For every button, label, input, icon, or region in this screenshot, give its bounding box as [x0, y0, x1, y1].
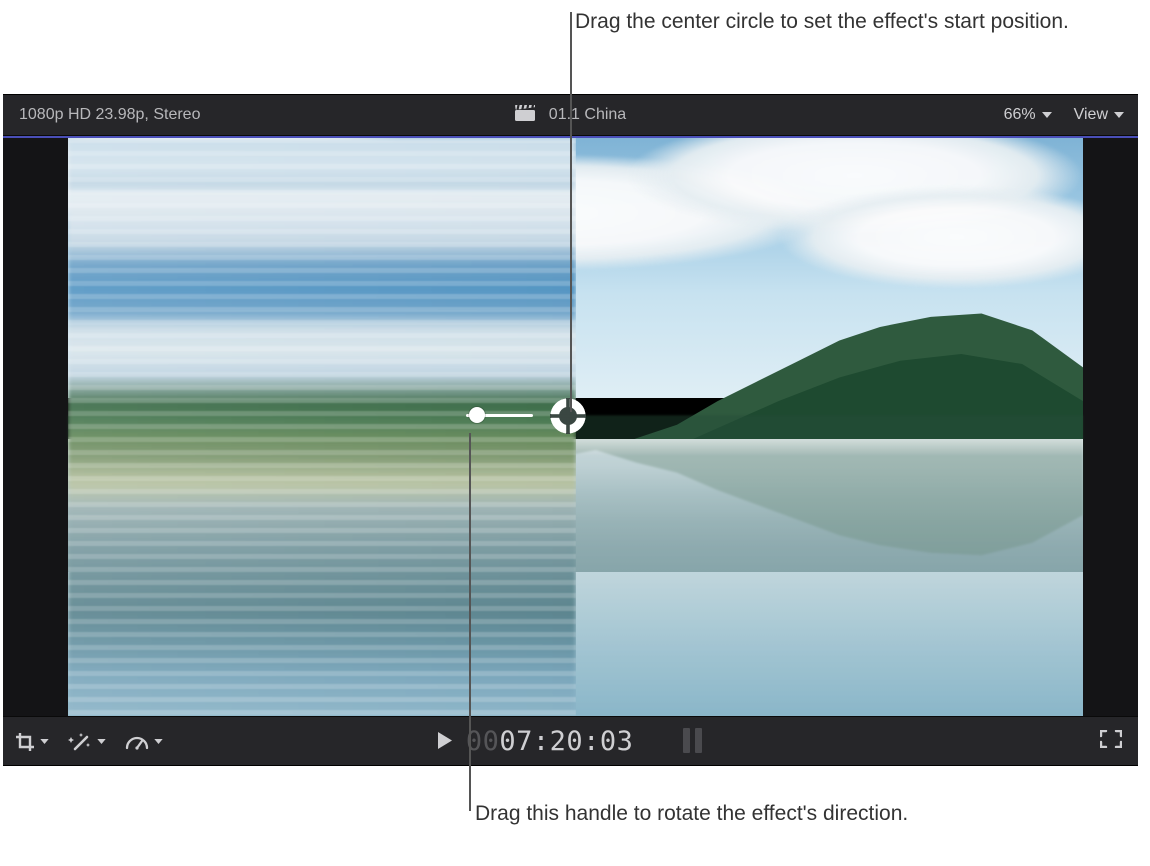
chevron-down-icon [154, 739, 164, 745]
chevron-down-icon [40, 739, 50, 745]
timecode-value: 07:20:03 [499, 726, 633, 757]
timecode-display: 0007:20:03 [3, 725, 1138, 760]
video-content [68, 138, 1083, 716]
annotation-top: Drag the center circle to set the effect… [575, 8, 1095, 36]
annotation-bottom: Drag this handle to rotate the effect's … [475, 800, 995, 828]
play-button[interactable] [437, 725, 452, 756]
crop-tool-dropdown[interactable] [15, 732, 50, 752]
view-label: View [1074, 106, 1108, 124]
chevron-down-icon [97, 739, 107, 745]
video-frame [68, 138, 1083, 716]
fullscreen-button[interactable] [1100, 730, 1122, 754]
zoom-level-label: 66% [1004, 106, 1036, 124]
onscreen-effect-control [551, 415, 552, 416]
enhance-wand-icon [68, 732, 92, 752]
clip-name: 01.1 China [549, 106, 626, 123]
crop-icon [15, 732, 35, 752]
retime-speed-icon [125, 733, 149, 751]
chevron-down-icon [1042, 112, 1052, 118]
callout-line-top [570, 12, 572, 412]
enhance-tool-dropdown[interactable] [68, 732, 107, 752]
zoom-dropdown[interactable]: 66% [1004, 106, 1052, 124]
viewer-bottom-bar: 0007:20:03 [3, 716, 1138, 766]
callout-line-bottom [469, 433, 471, 811]
format-info: 1080p HD 23.98p, Stereo [19, 106, 200, 124]
view-dropdown[interactable]: View [1074, 106, 1124, 124]
chevron-down-icon [1114, 112, 1124, 118]
loop-range-icon[interactable] [680, 728, 704, 760]
directional-blur-region [68, 138, 576, 716]
retime-tool-dropdown[interactable] [125, 733, 164, 751]
clapperboard-icon [515, 105, 535, 126]
center-ring-handle[interactable] [548, 396, 588, 436]
